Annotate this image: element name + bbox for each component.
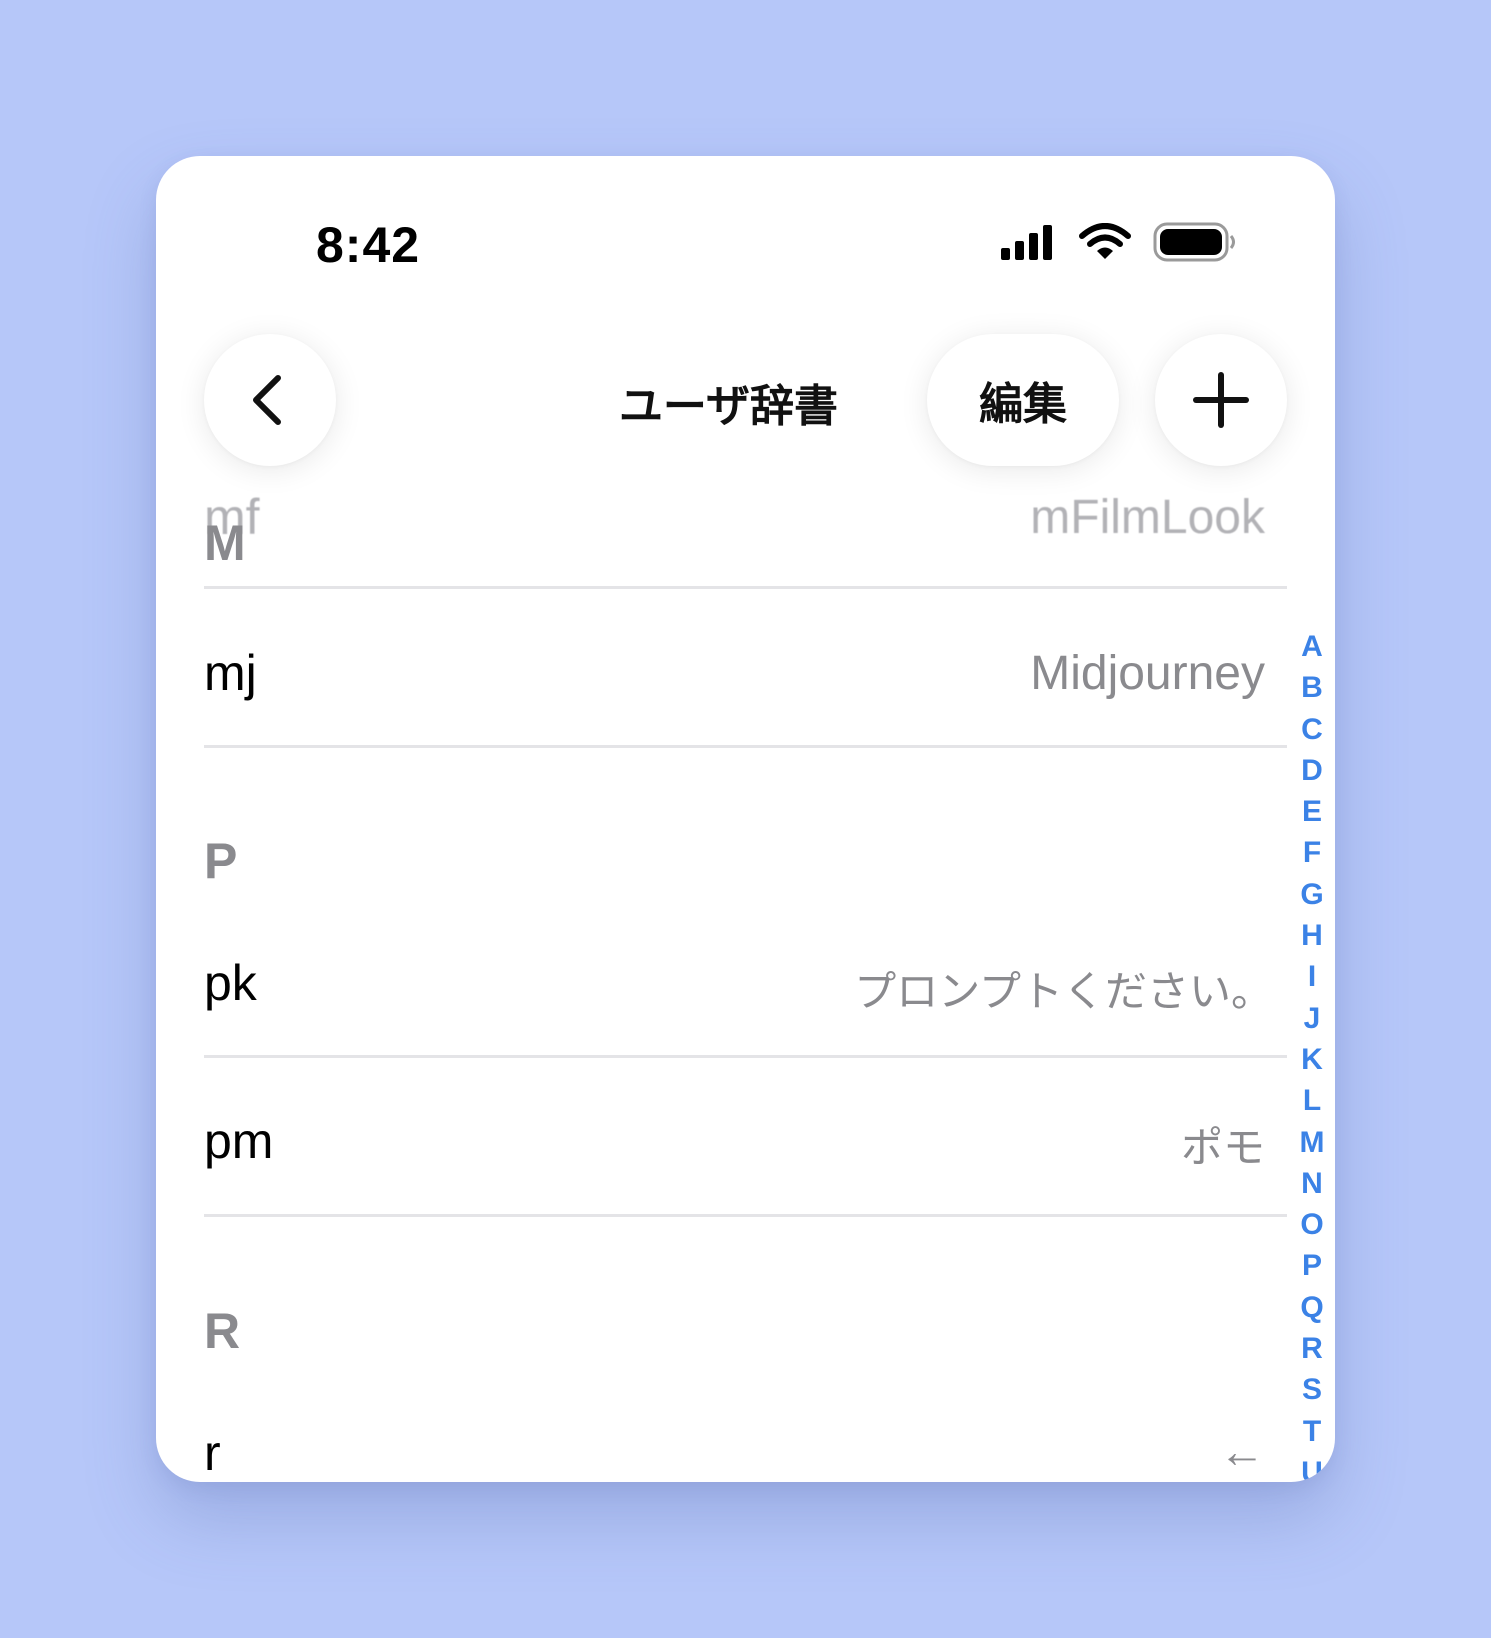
index-letter-t[interactable]: T	[1303, 1411, 1321, 1452]
section-index[interactable]: ABCDEFGHIJKLMNOPQRSTU	[1292, 626, 1332, 1482]
index-letter-s[interactable]: S	[1302, 1369, 1322, 1410]
divider	[204, 1214, 1287, 1217]
status-icons	[999, 222, 1237, 262]
index-letter-m[interactable]: M	[1300, 1122, 1325, 1163]
index-letter-q[interactable]: Q	[1300, 1287, 1323, 1328]
status-time: 8:42	[316, 217, 421, 273]
index-letter-u[interactable]: U	[1301, 1452, 1323, 1482]
edit-button[interactable]: 編集	[927, 334, 1119, 466]
index-letter-o[interactable]: O	[1300, 1204, 1323, 1245]
list-item-faded[interactable]: mf mFilmLook	[204, 486, 1287, 546]
list-item-key: mj	[204, 645, 257, 701]
index-letter-f[interactable]: F	[1303, 832, 1321, 873]
edit-button-label: 編集	[979, 379, 1067, 430]
chevron-left-icon	[253, 375, 281, 425]
index-letter-l[interactable]: L	[1303, 1080, 1321, 1121]
section-header-p: P	[204, 833, 238, 889]
section-header-r: R	[204, 1303, 241, 1359]
list-item[interactable]: pm ポモ	[204, 1112, 1287, 1192]
index-letter-k[interactable]: K	[1301, 1039, 1323, 1080]
divider	[204, 586, 1287, 589]
section-header-m: M	[204, 515, 246, 571]
wifi-icon	[1079, 223, 1131, 259]
page-title: ユーザ辞書	[618, 381, 839, 432]
plus-icon	[1193, 372, 1249, 428]
list-item-value: mFilmLook	[1030, 491, 1265, 544]
list-item-value: プロンプトください。	[854, 967, 1273, 1016]
index-letter-a[interactable]: A	[1301, 626, 1323, 667]
list-item-key: r	[204, 1425, 221, 1481]
index-letter-n[interactable]: N	[1301, 1163, 1323, 1204]
phone-screen: 8:42 mf mFilmLook ユーザ辞書 編集 M mj Midjourn…	[156, 156, 1335, 1482]
index-letter-j[interactable]: J	[1304, 998, 1321, 1039]
list-item[interactable]: pk プロンプトください。	[204, 954, 1287, 1034]
index-letter-p[interactable]: P	[1302, 1245, 1322, 1286]
index-letter-c[interactable]: C	[1301, 709, 1323, 750]
signal-icon	[1001, 225, 1052, 260]
list-item[interactable]: r ←	[204, 1424, 1287, 1482]
list-item-value: Midjourney	[1030, 647, 1265, 700]
divider	[204, 1055, 1287, 1058]
list-item-value: ←	[1219, 1425, 1265, 1477]
index-letter-e[interactable]: E	[1302, 791, 1322, 832]
add-button[interactable]	[1155, 334, 1287, 466]
list-item-value: ポモ	[1180, 1123, 1265, 1172]
index-letter-r[interactable]: R	[1301, 1328, 1323, 1369]
back-button[interactable]	[204, 334, 336, 466]
index-letter-i[interactable]: I	[1308, 956, 1316, 997]
battery-icon	[1153, 222, 1235, 262]
index-letter-b[interactable]: B	[1301, 667, 1323, 708]
list-item-key: pk	[204, 955, 257, 1011]
index-letter-h[interactable]: H	[1301, 915, 1323, 956]
index-letter-d[interactable]: D	[1301, 750, 1323, 791]
list-item[interactable]: mj Midjourney	[204, 644, 1287, 724]
divider	[204, 745, 1287, 748]
index-letter-g[interactable]: G	[1300, 874, 1323, 915]
list-item-key: pm	[204, 1113, 274, 1169]
